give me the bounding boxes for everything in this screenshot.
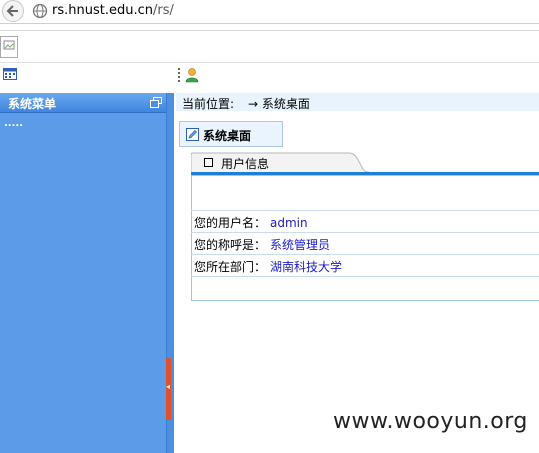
broken-image-icon (0, 36, 18, 58)
panel-title: 用户信息 (221, 157, 270, 171)
edit-icon (186, 128, 199, 141)
watermark: www.wooyun.org (333, 409, 528, 434)
table-row: 您的用户名： admin (194, 214, 308, 231)
title-value: 系统管理员 (270, 238, 331, 252)
sidebar-title: 系统菜单 (8, 97, 57, 111)
username-value: admin (270, 216, 308, 230)
tab-system-desktop[interactable]: 系统桌面 (179, 121, 283, 147)
breadcrumb-label: 当前位置: (182, 97, 235, 111)
sidebar-header: 系统菜单 (0, 93, 166, 113)
panel-tab-user-info[interactable] (191, 152, 371, 172)
sidebar-menu-placeholder: ..... (4, 118, 23, 129)
username-label: 您的用户名： (194, 216, 267, 230)
globe-icon (32, 3, 48, 19)
department-label: 您所在部门： (194, 260, 267, 274)
url-host: rs.hnust.edu.cn (52, 3, 153, 18)
back-button[interactable] (2, 0, 24, 22)
row-divider (191, 232, 539, 233)
breadcrumb-current: → 系统桌面 (248, 97, 310, 111)
row-divider (191, 276, 539, 277)
divider (0, 30, 539, 31)
address-bar: rs.hnust.edu.cn/rs/ (0, 0, 539, 24)
department-value: 湖南科技大学 (270, 260, 343, 274)
row-divider (191, 254, 539, 255)
row-divider (191, 210, 539, 211)
divider (0, 62, 539, 63)
sidebar: 系统菜单 ..... (0, 93, 166, 453)
url-field[interactable]: rs.hnust.edu.cn/rs/ (52, 3, 174, 18)
restore-window-icon[interactable] (150, 97, 162, 108)
collapse-arrow-icon: ◂ (166, 382, 171, 391)
panel-checkbox[interactable] (204, 158, 213, 167)
calendar-icon[interactable] (3, 68, 17, 80)
user-icon[interactable] (185, 67, 199, 83)
title-label: 您的称呼是： (194, 238, 267, 252)
table-row: 您的称呼是： 系统管理员 (194, 236, 330, 253)
back-arrow-icon (6, 5, 18, 17)
url-path: /rs/ (152, 3, 174, 18)
toolbar-grip (178, 68, 180, 82)
table-row: 您所在部门： 湖南科技大学 (194, 258, 342, 275)
tab-title: 系统桌面 (203, 129, 252, 143)
